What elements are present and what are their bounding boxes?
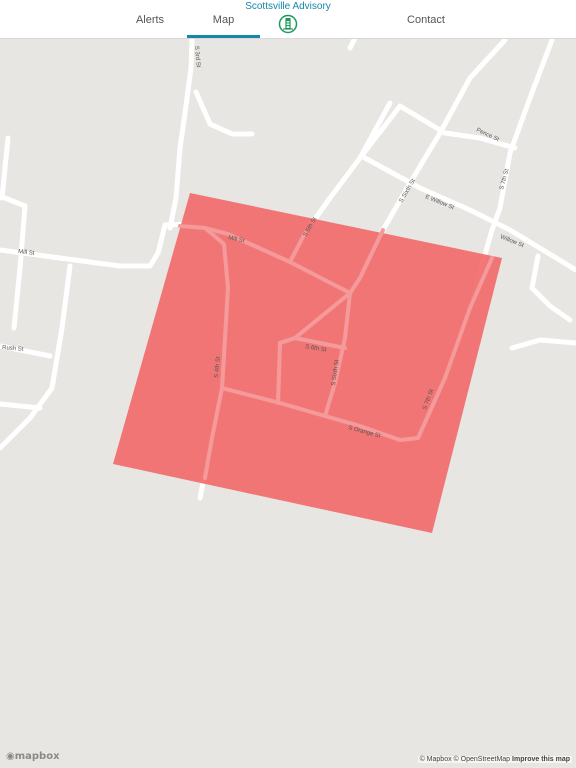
map-canvas[interactable]: S 3rd St Mill St Mill St S 5th St S Sixt… [0, 38, 576, 768]
map-view[interactable]: S 3rd St Mill St Mill St S 5th St S Sixt… [0, 38, 576, 768]
attribution-osm[interactable]: © OpenStreetMap [454, 756, 511, 763]
lighthouse-logo-icon [278, 14, 298, 34]
map-attribution: © Mapbox © OpenStreetMap Improve this ma… [417, 756, 572, 763]
mapbox-logo[interactable]: ◉mapbox [6, 751, 60, 762]
brand: Scottsville Advisory [238, 0, 338, 34]
app-title: Scottsville Advisory [245, 1, 331, 12]
tab-contact[interactable]: Contact [396, 0, 456, 38]
top-navigation: Alerts Map Scottsville Advisory Contact [0, 0, 576, 39]
improve-map-link[interactable]: Improve this map [512, 756, 570, 763]
attribution-mapbox[interactable]: © Mapbox [420, 756, 452, 763]
mapbox-circle-icon: ◉ [6, 751, 15, 762]
tab-alerts[interactable]: Alerts [120, 0, 180, 38]
